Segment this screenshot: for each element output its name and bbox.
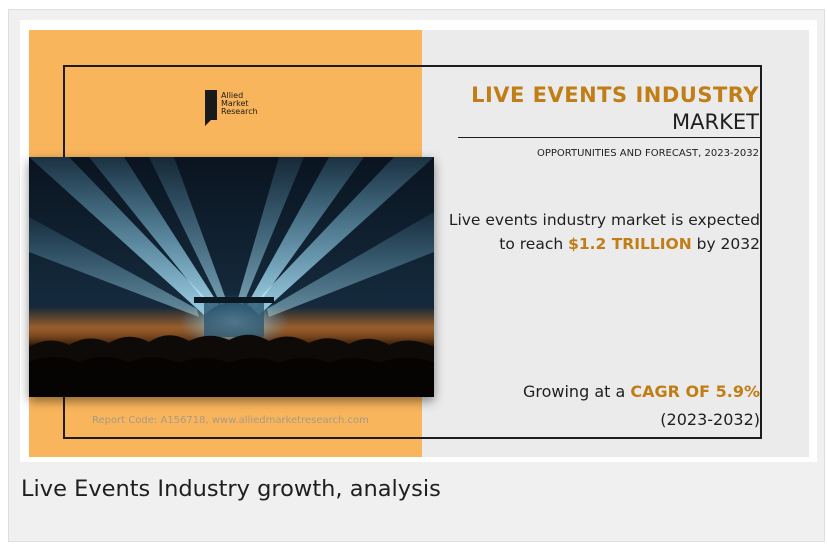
statement-suffix: by 2032 <box>691 235 760 253</box>
logo-mark-icon <box>205 90 217 126</box>
banner-subtitle: OPPORTUNITIES AND FORECAST, 2023-2032 <box>536 148 759 159</box>
concert-crowd-image <box>29 157 434 397</box>
logo-line-3: Research <box>221 107 258 116</box>
allied-market-research-logo: Allied Market Research <box>205 90 285 130</box>
cagr-period: (2023-2032) <box>660 410 760 429</box>
image-caption: Live Events Industry growth, analysis <box>21 476 441 502</box>
cagr-statement: Growing at a CAGR OF 5.9% (2023-2032) <box>436 378 760 434</box>
title-divider <box>458 137 762 138</box>
logo-text: Allied Market Research <box>221 90 258 116</box>
market-size-statement: Live events industry market is expected … <box>436 208 760 256</box>
market-size-highlight: $1.2 TRILLION <box>568 235 692 253</box>
report-code: Report Code: A156718, www.alliedmarketre… <box>92 415 369 426</box>
banner-title-line-1: LIVE EVENTS INDUSTRY <box>471 83 759 107</box>
banner-title-line-2: MARKET <box>672 110 759 134</box>
cagr-line: Growing at a CAGR OF 5.9% <box>436 378 760 406</box>
cagr-prefix: Growing at a <box>522 382 631 401</box>
cagr-highlight: CAGR OF 5.9% <box>630 382 760 401</box>
